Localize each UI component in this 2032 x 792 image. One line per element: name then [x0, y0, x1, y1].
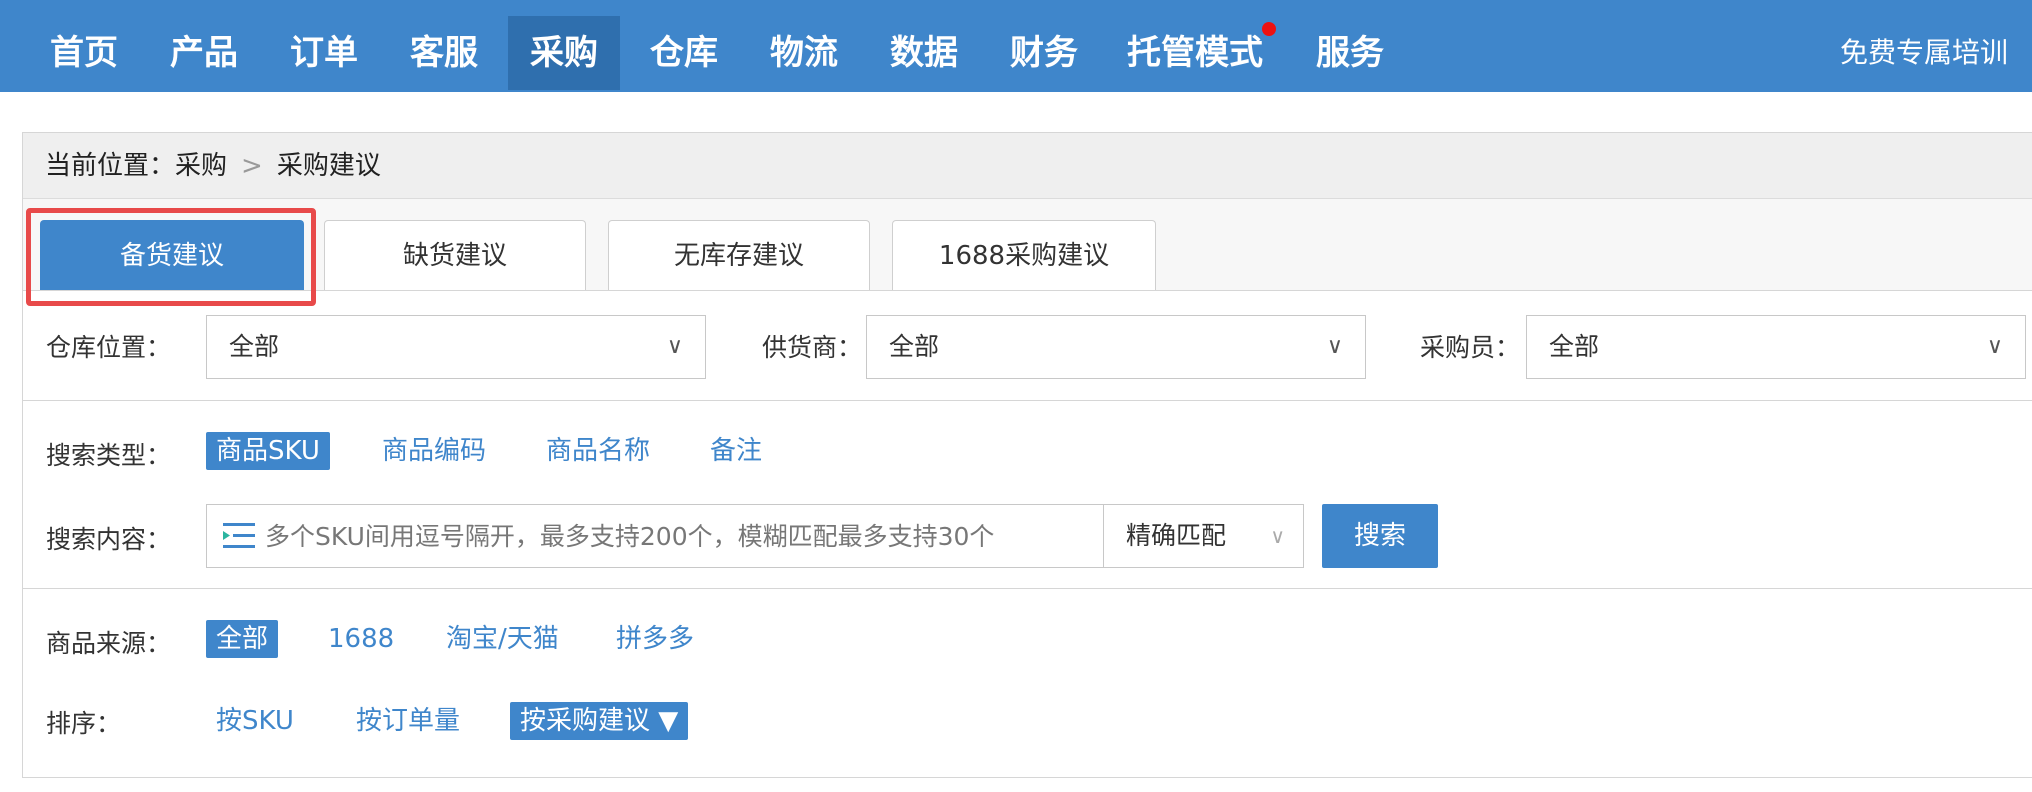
- chevron-down-icon: ∨: [666, 334, 683, 359]
- match-mode-select[interactable]: 精确匹配 ∨: [1104, 504, 1304, 568]
- search-type-option-sku[interactable]: 商品SKU: [206, 432, 330, 470]
- tab-shortage-suggestion[interactable]: 缺货建议: [324, 220, 586, 290]
- nav-item-data[interactable]: 数据: [870, 16, 978, 90]
- sort-label: 排序：: [46, 709, 122, 738]
- supplier-label: 供货商：: [762, 333, 863, 362]
- nav-item-hosting-label: 托管模式: [1127, 33, 1263, 73]
- nav-item-home[interactable]: 首页: [30, 16, 138, 90]
- nav-item-logistics[interactable]: 物流: [750, 16, 858, 90]
- breadcrumb-separator: >: [241, 151, 263, 181]
- buyer-select-value: 全部: [1549, 332, 1600, 361]
- source-option-1688[interactable]: 1688: [328, 620, 394, 658]
- nav-item-order[interactable]: 订单: [270, 16, 378, 90]
- source-option-all[interactable]: 全部: [206, 620, 279, 658]
- breadcrumb: 当前位置：采购 > 采购建议: [23, 133, 2032, 199]
- search-type-option-name[interactable]: 商品名称: [546, 432, 650, 470]
- row-divider: [22, 400, 2032, 401]
- sort-option-sku[interactable]: 按SKU: [216, 702, 294, 740]
- source-option-taobao[interactable]: 淘宝/天猫: [446, 620, 559, 658]
- free-training-link[interactable]: 免费专属培训: [1840, 16, 2008, 90]
- match-mode-value: 精确匹配: [1126, 521, 1227, 550]
- tab-stock-suggestion[interactable]: 备货建议: [40, 220, 304, 290]
- chevron-down-icon: ∨: [1270, 524, 1285, 548]
- supplier-select-value: 全部: [889, 332, 940, 361]
- chevron-down-icon: ∨: [1986, 334, 2003, 359]
- breadcrumb-level2: 采购建议: [276, 151, 381, 181]
- nav-item-service[interactable]: 客服: [390, 16, 498, 90]
- nav-item-finance[interactable]: 财务: [990, 16, 1098, 90]
- warehouse-label: 仓库位置：: [46, 333, 172, 362]
- sort-option-suggestion[interactable]: 按采购建议 ▼: [510, 702, 689, 740]
- breadcrumb-prefix: 当前位置：: [45, 151, 176, 181]
- tab-1688-suggestion[interactable]: 1688采购建议: [892, 220, 1156, 290]
- notification-dot-icon: [1262, 22, 1276, 36]
- sort-option-order-qty[interactable]: 按订单量: [356, 702, 460, 740]
- warehouse-select-value: 全部: [229, 332, 280, 361]
- nav-item-warehouse[interactable]: 仓库: [630, 16, 738, 90]
- row-divider: [22, 588, 2032, 589]
- search-type-option-code[interactable]: 商品编码: [382, 432, 486, 470]
- search-type-label: 搜索类型：: [46, 441, 172, 470]
- supplier-select[interactable]: 全部 ∨: [866, 315, 1366, 379]
- buyer-select[interactable]: 全部 ∨: [1526, 315, 2026, 379]
- tab-no-stock-suggestion[interactable]: 无库存建议: [608, 220, 870, 290]
- nav-item-hosting[interactable]: 托管模式: [1120, 16, 1276, 90]
- search-box: [206, 504, 1104, 568]
- warehouse-select[interactable]: 全部 ∨: [206, 315, 706, 379]
- source-label: 商品来源：: [46, 629, 172, 658]
- search-content-label: 搜索内容：: [46, 525, 172, 554]
- list-filter-icon: [223, 523, 255, 548]
- nav-item-purchase[interactable]: 采购: [508, 16, 620, 90]
- top-nav: 首页 产品 订单 客服 采购 仓库 物流 数据 财务 托管模式 服务 免费专属培…: [0, 0, 2032, 92]
- nav-item-product[interactable]: 产品: [150, 16, 258, 90]
- search-type-option-note[interactable]: 备注: [710, 432, 762, 470]
- source-option-pdd[interactable]: 拼多多: [616, 620, 694, 658]
- nav-item-services[interactable]: 服务: [1296, 16, 1404, 90]
- search-input[interactable]: [265, 505, 1085, 567]
- chevron-down-icon: ∨: [1326, 334, 1343, 359]
- buyer-label: 采购员：: [1420, 333, 1521, 362]
- breadcrumb-level1[interactable]: 采购: [175, 151, 227, 181]
- search-button[interactable]: 搜索: [1322, 504, 1438, 568]
